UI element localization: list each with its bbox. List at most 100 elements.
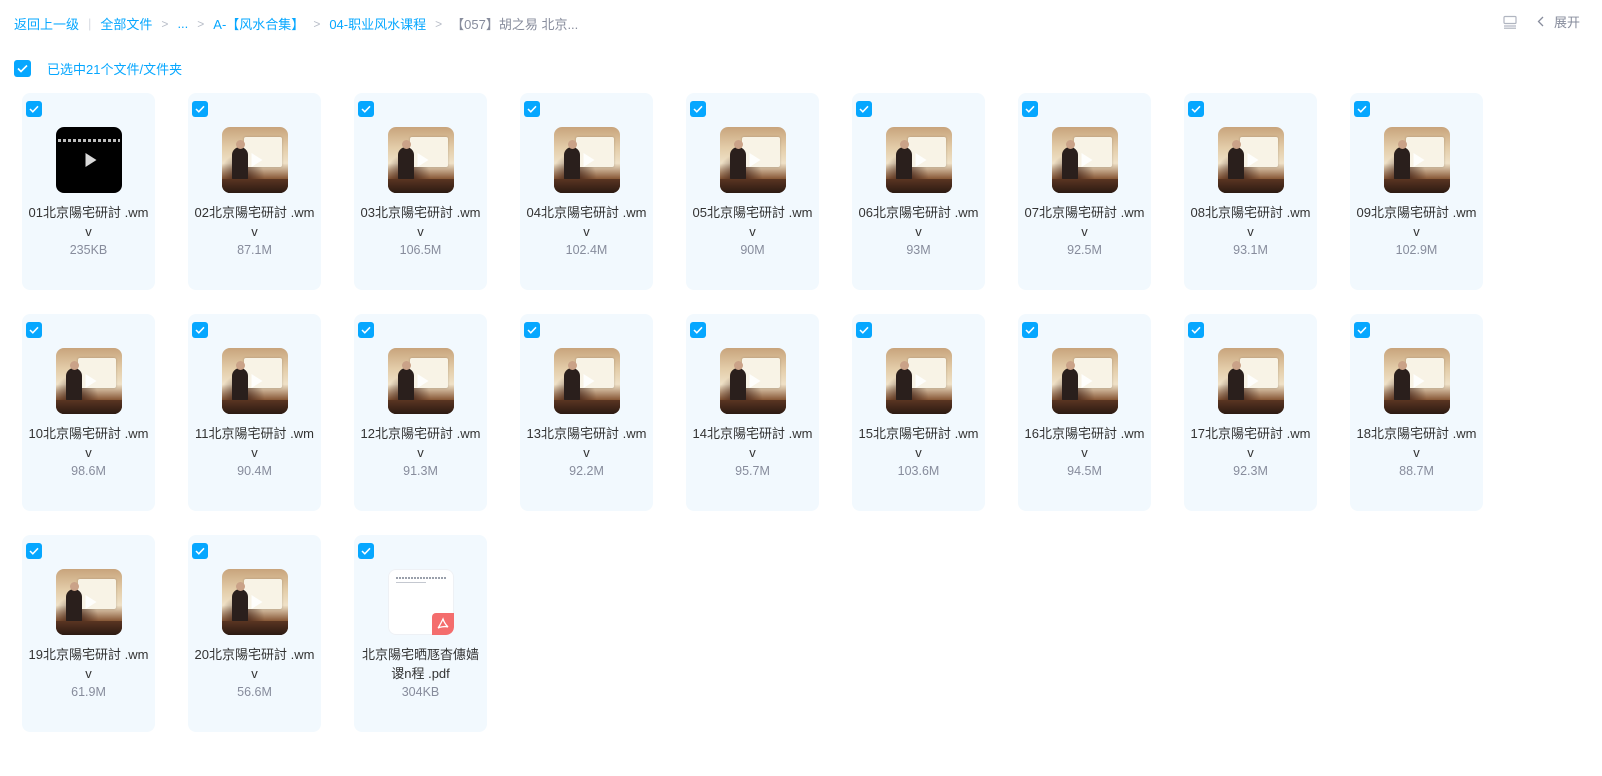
play-icon bbox=[1413, 374, 1425, 388]
video-thumbnail[interactable] bbox=[720, 127, 786, 193]
file-checkbox[interactable] bbox=[1022, 322, 1038, 338]
file-card[interactable]: 14北京陽宅研討 .wmv 95.7M bbox=[686, 314, 819, 511]
video-thumbnail[interactable] bbox=[554, 348, 620, 414]
video-thumbnail[interactable] bbox=[56, 127, 122, 193]
file-checkbox[interactable] bbox=[26, 322, 42, 338]
file-size: 92.3M bbox=[1233, 464, 1268, 478]
file-card[interactable]: 15北京陽宅研討 .wmv 103.6M bbox=[852, 314, 985, 511]
breadcrumb-separator: > bbox=[435, 16, 443, 31]
file-card[interactable]: 09北京陽宅研討 .wmv 102.9M bbox=[1350, 93, 1483, 290]
file-checkbox[interactable] bbox=[1188, 322, 1204, 338]
file-checkbox[interactable] bbox=[192, 543, 208, 559]
video-thumbnail[interactable] bbox=[222, 348, 288, 414]
video-thumbnail[interactable] bbox=[886, 127, 952, 193]
file-card[interactable]: 01北京陽宅研討 .wmv 235KB bbox=[22, 93, 155, 290]
file-size: 92.2M bbox=[569, 464, 604, 478]
video-thumbnail[interactable] bbox=[1052, 127, 1118, 193]
back-link[interactable]: 返回上一级 bbox=[14, 14, 79, 33]
file-card[interactable]: 07北京陽宅研討 .wmv 92.5M bbox=[1018, 93, 1151, 290]
video-thumbnail[interactable] bbox=[1384, 348, 1450, 414]
file-checkbox[interactable] bbox=[690, 322, 706, 338]
video-thumbnail[interactable] bbox=[720, 348, 786, 414]
file-size: 91.3M bbox=[403, 464, 438, 478]
file-card[interactable]: 13北京陽宅研討 .wmv 92.2M bbox=[520, 314, 653, 511]
file-size: 90M bbox=[740, 243, 765, 257]
list-view-icon[interactable] bbox=[1503, 15, 1517, 29]
file-checkbox[interactable] bbox=[358, 543, 374, 559]
file-card[interactable]: 北京陽宅晒豗杳僡嫱谡n程 .pdf 304KB bbox=[354, 535, 487, 732]
file-name: 08北京陽宅研討 .wmv bbox=[1190, 205, 1311, 239]
file-card[interactable]: 05北京陽宅研討 .wmv 90M bbox=[686, 93, 819, 290]
file-card[interactable]: 03北京陽宅研討 .wmv 106.5M bbox=[354, 93, 487, 290]
file-size: 92.5M bbox=[1067, 243, 1102, 257]
file-size: 102.4M bbox=[565, 243, 608, 257]
file-card[interactable]: 11北京陽宅研討 .wmv 90.4M bbox=[188, 314, 321, 511]
file-card[interactable]: 04北京陽宅研討 .wmv 102.4M bbox=[520, 93, 653, 290]
video-thumbnail[interactable] bbox=[56, 569, 122, 635]
file-checkbox[interactable] bbox=[1022, 101, 1038, 117]
file-size: 56.6M bbox=[237, 685, 272, 699]
file-checkbox[interactable] bbox=[358, 322, 374, 338]
top-right-controls: 展开 bbox=[1503, 12, 1580, 31]
pdf-thumbnail[interactable] bbox=[388, 569, 454, 635]
file-size: 93.1M bbox=[1233, 243, 1268, 257]
selection-bar: 已选中21个文件/文件夹 bbox=[14, 59, 182, 78]
file-checkbox[interactable] bbox=[26, 543, 42, 559]
pdf-icon bbox=[432, 613, 454, 635]
file-checkbox[interactable] bbox=[1354, 322, 1370, 338]
file-name: 18北京陽宅研討 .wmv bbox=[1356, 426, 1477, 460]
file-card[interactable]: 12北京陽宅研討 .wmv 91.3M bbox=[354, 314, 487, 511]
file-card[interactable]: 20北京陽宅研討 .wmv 56.6M bbox=[188, 535, 321, 732]
play-icon bbox=[915, 153, 927, 167]
breadcrumb-ellipsis[interactable]: ... bbox=[177, 16, 188, 31]
video-thumbnail[interactable] bbox=[1218, 127, 1284, 193]
video-thumbnail[interactable] bbox=[222, 569, 288, 635]
video-thumbnail[interactable] bbox=[56, 348, 122, 414]
file-name: 09北京陽宅研討 .wmv bbox=[1356, 205, 1477, 239]
file-checkbox[interactable] bbox=[524, 322, 540, 338]
video-thumbnail[interactable] bbox=[1218, 348, 1284, 414]
file-card[interactable]: 02北京陽宅研討 .wmv 87.1M bbox=[188, 93, 321, 290]
file-checkbox[interactable] bbox=[856, 101, 872, 117]
file-name: 11北京陽宅研討 .wmv bbox=[195, 426, 314, 460]
play-icon bbox=[417, 374, 429, 388]
file-card[interactable]: 10北京陽宅研討 .wmv 98.6M bbox=[22, 314, 155, 511]
file-card[interactable]: 17北京陽宅研討 .wmv 92.3M bbox=[1184, 314, 1317, 511]
file-checkbox[interactable] bbox=[192, 101, 208, 117]
file-card[interactable]: 06北京陽宅研討 .wmv 93M bbox=[852, 93, 985, 290]
file-card[interactable]: 16北京陽宅研討 .wmv 94.5M bbox=[1018, 314, 1151, 511]
breadcrumb-folder-fengshui[interactable]: A-【风水合集】 bbox=[213, 14, 304, 33]
play-icon bbox=[749, 153, 761, 167]
video-thumbnail[interactable] bbox=[222, 127, 288, 193]
file-checkbox[interactable] bbox=[358, 101, 374, 117]
file-size: 235KB bbox=[69, 243, 108, 257]
video-thumbnail[interactable] bbox=[1052, 348, 1118, 414]
file-checkbox[interactable] bbox=[856, 322, 872, 338]
file-card[interactable]: 18北京陽宅研討 .wmv 88.7M bbox=[1350, 314, 1483, 511]
video-thumbnail[interactable] bbox=[388, 348, 454, 414]
video-thumbnail[interactable] bbox=[554, 127, 620, 193]
select-all-checkbox[interactable] bbox=[14, 60, 31, 77]
video-thumbnail[interactable] bbox=[886, 348, 952, 414]
play-icon bbox=[583, 153, 595, 167]
file-card[interactable]: 08北京陽宅研討 .wmv 93.1M bbox=[1184, 93, 1317, 290]
selection-count: 已选中21个文件/文件夹 bbox=[47, 62, 183, 77]
expand-label: 展开 bbox=[1553, 15, 1580, 30]
file-name: 05北京陽宅研討 .wmv bbox=[692, 205, 813, 239]
video-thumbnail[interactable] bbox=[1384, 127, 1450, 193]
file-checkbox[interactable] bbox=[690, 101, 706, 117]
file-checkbox[interactable] bbox=[26, 101, 42, 117]
breadcrumb-folder-course[interactable]: 04-职业风水课程 bbox=[329, 14, 426, 33]
file-checkbox[interactable] bbox=[1354, 101, 1370, 117]
play-icon bbox=[251, 374, 263, 388]
file-checkbox[interactable] bbox=[524, 101, 540, 117]
file-name: 16北京陽宅研討 .wmv bbox=[1024, 426, 1145, 460]
file-checkbox[interactable] bbox=[192, 322, 208, 338]
expand-button[interactable]: 展开 bbox=[1537, 12, 1580, 31]
breadcrumb-all-files[interactable]: 全部文件 bbox=[100, 14, 152, 33]
file-checkbox[interactable] bbox=[1188, 101, 1204, 117]
file-size: 93M bbox=[906, 243, 931, 257]
file-name: 19北京陽宅研討 .wmv bbox=[28, 647, 149, 681]
file-card[interactable]: 19北京陽宅研討 .wmv 61.9M bbox=[22, 535, 155, 732]
video-thumbnail[interactable] bbox=[388, 127, 454, 193]
